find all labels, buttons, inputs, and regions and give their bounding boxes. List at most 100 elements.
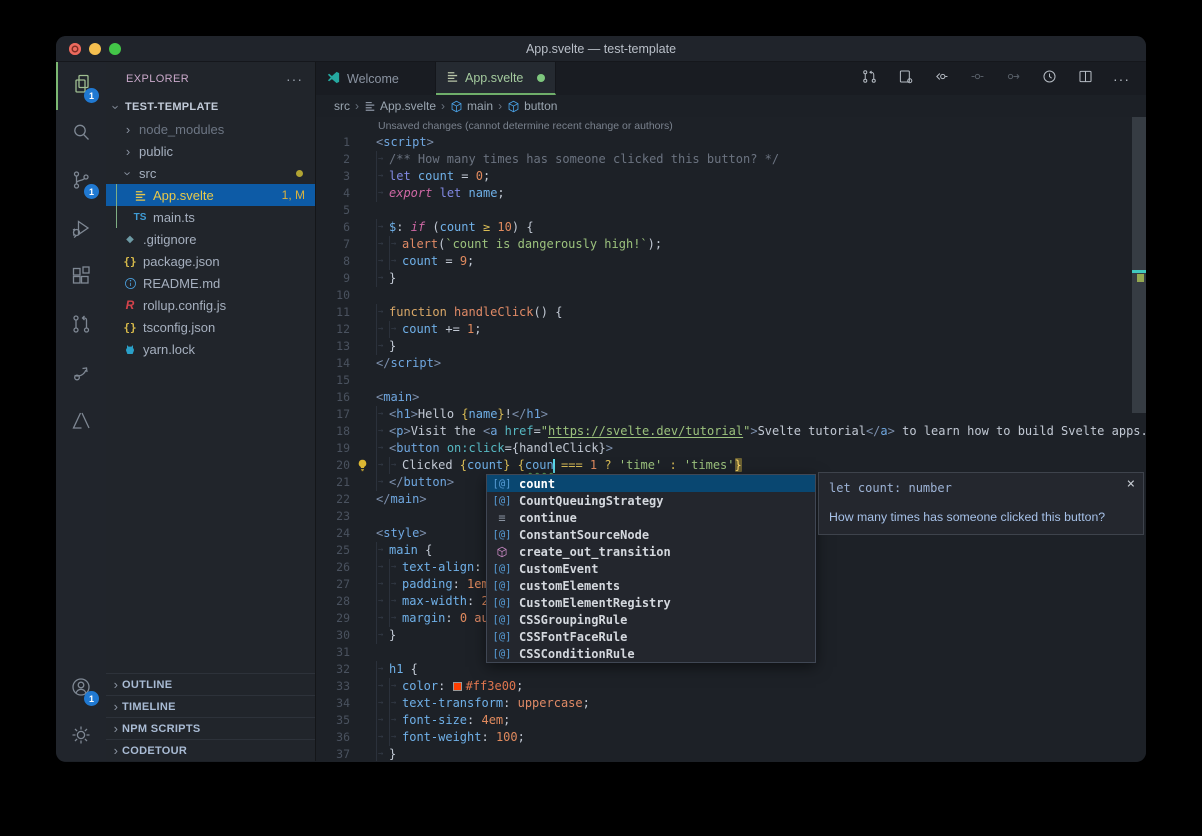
split-editor-icon[interactable]: [1077, 68, 1094, 90]
code-editor[interactable]: Unsaved changes (cannot determine recent…: [316, 117, 1146, 761]
tree-item-package-json[interactable]: {}package.json: [106, 250, 315, 272]
title-bar[interactable]: App.svelte — test-template: [56, 36, 1146, 62]
breadcrumb-main[interactable]: main: [450, 99, 493, 113]
code-line-11[interactable]: 11function handleClick() {: [316, 304, 1146, 321]
gitlens-annotation[interactable]: Unsaved changes (cannot determine recent…: [316, 119, 1146, 134]
code-line-33[interactable]: 33color: #ff3e00;: [316, 678, 1146, 695]
sidebar-item-azure[interactable]: [56, 398, 106, 446]
line-number: 33: [316, 678, 350, 695]
code-line-34[interactable]: 34text-transform: uppercase;: [316, 695, 1146, 712]
vertical-scrollbar[interactable]: [1132, 117, 1146, 761]
code-line-35[interactable]: 35font-size: 4em;: [316, 712, 1146, 729]
code-line-9[interactable]: 9}: [316, 270, 1146, 287]
code-line-13[interactable]: 13}: [316, 338, 1146, 355]
panel-npm-scripts[interactable]: ›NPM SCRIPTS: [106, 717, 315, 739]
line-number: 2: [316, 151, 350, 168]
close-icon[interactable]: ×: [1127, 477, 1135, 491]
code-line-12[interactable]: 12count += 1;: [316, 321, 1146, 338]
code-line-16[interactable]: 16<main>: [316, 389, 1146, 406]
breadcrumb-src[interactable]: src: [334, 99, 350, 113]
minimize-window-button[interactable]: [89, 43, 101, 55]
yarn-file-icon: [122, 343, 138, 356]
sidebar-item-github-pull-requests[interactable]: [56, 302, 106, 350]
tree-item-tsconfig-json[interactable]: {}tsconfig.json: [106, 316, 315, 338]
code-line-18[interactable]: 18<p>Visit the <a href="https://svelte.d…: [316, 423, 1146, 440]
sidebar-title: EXPLORER: [126, 73, 189, 85]
suggestion-countqueuingstrategy[interactable]: [@]CountQueuingStrategy: [487, 492, 815, 509]
suggestion-cssgroupingrule[interactable]: [@]CSSGroupingRule: [487, 611, 815, 628]
suggestion-count[interactable]: [@]count: [487, 475, 815, 492]
breadcrumb-button[interactable]: button: [507, 99, 557, 113]
code-line-5[interactable]: 5: [316, 202, 1146, 219]
sidebar-item-run-debug[interactable]: [56, 206, 106, 254]
suggestion-create_out_transition[interactable]: create_out_transition: [487, 543, 815, 560]
code-line-37[interactable]: 37}: [316, 746, 1146, 761]
settings-button[interactable]: [56, 713, 106, 761]
suggestion-constantsourcenode[interactable]: [@]ConstantSourceNode: [487, 526, 815, 543]
code-line-2[interactable]: 2/** How many times has someone clicked …: [316, 151, 1146, 168]
workspace-section-header[interactable]: › TEST-TEMPLATE: [106, 96, 315, 118]
code-line-19[interactable]: 19<button on:click={handleClick}>: [316, 440, 1146, 457]
panel-codetour[interactable]: ›CODETOUR: [106, 739, 315, 761]
keyword-kind-icon: ≡: [491, 511, 513, 525]
code-line-8[interactable]: 8count = 9;: [316, 253, 1146, 270]
tab-welcome[interactable]: Welcome: [316, 62, 436, 95]
code-line-32[interactable]: 32h1 {: [316, 661, 1146, 678]
sidebar-item-extensions[interactable]: [56, 254, 106, 302]
timeline-history-icon[interactable]: [1041, 68, 1058, 90]
code-line-1[interactable]: 1<script>: [316, 134, 1146, 151]
sidebar-item-source-control[interactable]: 1: [56, 158, 106, 206]
panel-timeline[interactable]: ›TIMELINE: [106, 695, 315, 717]
line-number: 13: [316, 338, 350, 355]
open-changes-icon[interactable]: [897, 68, 914, 90]
tree-item--gitignore[interactable]: ◆.gitignore: [106, 228, 315, 250]
indent-guide: [376, 610, 389, 627]
suggestion-customelementregistry[interactable]: [@]CustomElementRegistry: [487, 594, 815, 611]
tree-item-main-ts[interactable]: TSmain.ts: [106, 206, 315, 228]
code-line-6[interactable]: 6$: if (count ≥ 10) {: [316, 219, 1146, 236]
sidebar-item-explorer[interactable]: 1: [56, 62, 106, 110]
code-line-17[interactable]: 17<h1>Hello {name}!</h1>: [316, 406, 1146, 423]
more-actions-icon[interactable]: ···: [1113, 71, 1130, 87]
compare-changes-icon[interactable]: [861, 68, 878, 90]
tree-item-src[interactable]: ›src: [106, 162, 315, 184]
sidebar-item-search[interactable]: [56, 110, 106, 158]
suggestion-customevent[interactable]: [@]CustomEvent: [487, 560, 815, 577]
sidebar-item-live-share[interactable]: [56, 350, 106, 398]
tree-item-node-modules[interactable]: ›node_modules: [106, 118, 315, 140]
tree-item-yarn-lock[interactable]: yarn.lock: [106, 338, 315, 360]
variable-kind-icon: [@]: [491, 529, 513, 541]
zoom-window-button[interactable]: [109, 43, 121, 55]
code-line-7[interactable]: 7alert(`count is dangerously high!`);: [316, 236, 1146, 253]
navigate-back-icon[interactable]: [933, 68, 950, 90]
close-window-button[interactable]: [69, 43, 81, 55]
suggestion-cssconditionrule[interactable]: [@]CSSConditionRule: [487, 645, 815, 662]
scrollbar-thumb[interactable]: [1132, 117, 1146, 413]
next-change-icon[interactable]: [1005, 68, 1022, 90]
code-line-10[interactable]: 10: [316, 287, 1146, 304]
indent-guide: [389, 610, 402, 627]
overview-cursor-mark: [1132, 270, 1146, 273]
breadcrumb-app-svelte[interactable]: App.svelte: [364, 99, 436, 113]
tree-item-app-svelte[interactable]: App.svelte1, M: [106, 184, 315, 206]
code-line-3[interactable]: 3let count = 0;: [316, 168, 1146, 185]
tree-item-public[interactable]: ›public: [106, 140, 315, 162]
window-title: App.svelte — test-template: [56, 42, 1146, 56]
tab-app-svelte[interactable]: App.svelte: [436, 62, 556, 95]
accounts-button[interactable]: 1: [56, 665, 106, 713]
suggestion-cssfontfacerule[interactable]: [@]CSSFontFaceRule: [487, 628, 815, 645]
code-line-36[interactable]: 36font-weight: 100;: [316, 729, 1146, 746]
suggestion-customelements[interactable]: [@]customElements: [487, 577, 815, 594]
indent-guide: [389, 457, 402, 474]
panel-outline[interactable]: ›OUTLINE: [106, 673, 315, 695]
tree-item-rollup-config-js[interactable]: Rrollup.config.js: [106, 294, 315, 316]
tree-item-readme-md[interactable]: README.md: [106, 272, 315, 294]
indent-guide: [376, 712, 389, 729]
code-line-15[interactable]: 15: [316, 372, 1146, 389]
suggestion-continue[interactable]: ≡continue: [487, 509, 815, 526]
code-line-4[interactable]: 4export let name;: [316, 185, 1146, 202]
indent-guide: [376, 304, 389, 321]
previous-change-icon[interactable]: [969, 68, 986, 90]
explorer-more-actions-icon[interactable]: ···: [286, 71, 303, 87]
code-line-14[interactable]: 14</script>: [316, 355, 1146, 372]
